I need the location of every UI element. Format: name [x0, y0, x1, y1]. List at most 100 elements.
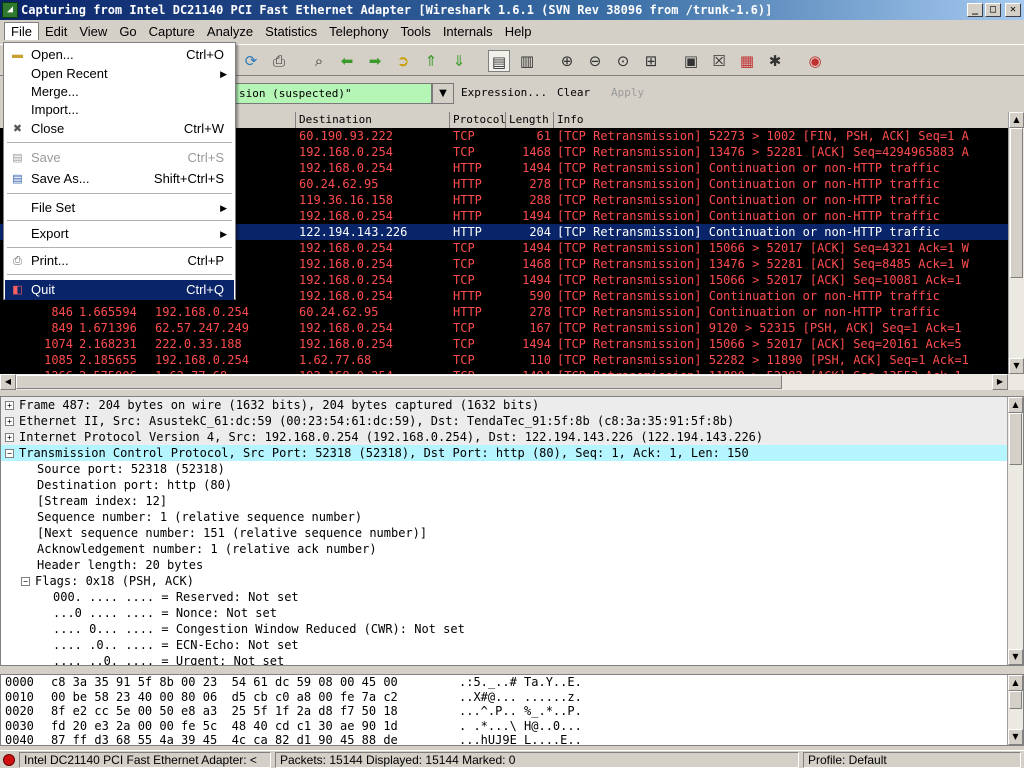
menu-help[interactable]: Help	[499, 23, 538, 40]
expand-icon[interactable]: +	[5, 432, 14, 442]
menu-view[interactable]: View	[73, 23, 113, 40]
print-icon[interactable]: ⎙	[268, 50, 290, 72]
detail-tree-row[interactable]: Acknowledgement number: 1 (relative ack …	[1, 541, 1023, 557]
clear-filter-button[interactable]: Clear	[557, 86, 590, 99]
bytes-vscrollbar[interactable]: ▲ ▼	[1007, 675, 1023, 745]
menu-item-quit[interactable]: ◧ Quit Ctrl+Q	[5, 280, 234, 300]
display-filters-icon[interactable]: ☒	[708, 50, 730, 72]
menu-telephony[interactable]: Telephony	[323, 23, 394, 40]
preferences-icon[interactable]: ✱	[764, 50, 786, 72]
detail-tree-row[interactable]: Sequence number: 1 (relative sequence nu…	[1, 509, 1023, 525]
detail-tree-row[interactable]: .... 0... .... = Congestion Window Reduc…	[1, 621, 1023, 637]
detail-tree-row[interactable]: + Ethernet II, Src: AsustekC_61:dc:59 (00…	[1, 413, 1023, 429]
menu-item-open[interactable]: ▬ Open... Ctrl+O	[5, 46, 234, 64]
detail-tree-row[interactable]: + Frame 487: 204 bytes on wire (1632 bits…	[1, 397, 1023, 413]
expression-button[interactable]: Expression...	[461, 86, 547, 99]
expert-info-icon[interactable]	[3, 754, 15, 766]
status-profile[interactable]: Profile: Default	[803, 752, 1021, 768]
menu-statistics[interactable]: Statistics	[259, 23, 323, 40]
detail-tree-row[interactable]: − Transmission Control Protocol, Src Port…	[1, 445, 1023, 461]
detail-tree-row[interactable]: 000. .... .... = Reserved: Not set	[1, 589, 1023, 605]
menu-item-save[interactable]: ▤ Save Ctrl+S	[5, 149, 234, 167]
menu-item-file-set[interactable]: File Set ▶	[5, 199, 234, 217]
close-window-button[interactable]: ✕	[1005, 3, 1021, 17]
menu-item-save-as[interactable]: ▤ Save As... Shift+Ctrl+S	[5, 170, 234, 188]
scroll-right-arrow-icon[interactable]: ▶	[992, 374, 1008, 390]
go-first-icon[interactable]: ⇑	[420, 50, 442, 72]
expand-icon[interactable]: +	[5, 400, 14, 410]
expand-icon[interactable]: +	[5, 416, 14, 426]
collapse-icon[interactable]: −	[21, 576, 30, 586]
menu-item-export[interactable]: Export ▶	[5, 225, 234, 243]
detail-tree-row[interactable]: − Flags: 0x18 (PSH, ACK)	[1, 573, 1023, 589]
auto-scroll-icon[interactable]: ▥	[516, 50, 538, 72]
details-vscrollbar[interactable]: ▲ ▼	[1007, 397, 1023, 665]
detail-tree-row[interactable]: [Stream index: 12]	[1, 493, 1023, 509]
scroll-up-arrow-icon[interactable]: ▲	[1009, 112, 1024, 128]
menu-item-print[interactable]: ⎙ Print... Ctrl+P	[5, 252, 234, 270]
detail-tree-row[interactable]: [Next sequence number: 151 (relative seq…	[1, 525, 1023, 541]
filter-dropdown-button[interactable]: ▼	[432, 83, 454, 104]
maximize-button[interactable]: □	[985, 3, 1001, 17]
go-back-icon[interactable]: ⬅	[336, 50, 358, 72]
menu-item-open-recent[interactable]: Open Recent ▶	[5, 65, 234, 83]
detail-tree-row[interactable]: ...0 .... .... = Nonce: Not set	[1, 605, 1023, 621]
zoom-normal-icon[interactable]: ⊙	[612, 50, 634, 72]
resize-columns-icon[interactable]: ⊞	[640, 50, 662, 72]
scroll-up-arrow-icon[interactable]: ▲	[1008, 397, 1023, 413]
scroll-down-arrow-icon[interactable]: ▼	[1009, 358, 1024, 374]
find-icon[interactable]: ⌕	[308, 50, 330, 72]
hex-row[interactable]: 0030 fd 20 e3 2a 00 00 fe 5c 48 40 cd c1 …	[1, 719, 1023, 734]
col-length[interactable]: Length	[506, 112, 554, 128]
col-info[interactable]: Info	[554, 112, 1008, 128]
zoom-out-icon[interactable]: ⊖	[584, 50, 606, 72]
help-icon[interactable]: ◉	[804, 50, 826, 72]
table-row[interactable]: 846 1.665594 192.168.0.254 60.24.62.95 HTTP 2…	[0, 304, 1008, 320]
detail-tree-row[interactable]: .... ..0. .... = Urgent: Not set	[1, 653, 1023, 665]
table-row[interactable]: 849 1.671396 62.57.247.249 192.168.0.254 TCP…	[0, 320, 1008, 336]
zoom-in-icon[interactable]: ⊕	[556, 50, 578, 72]
collapse-icon[interactable]: −	[5, 448, 14, 458]
menu-analyze[interactable]: Analyze	[201, 23, 259, 40]
detail-tree-row[interactable]: .... .0.. .... = ECN-Echo: Not set	[1, 637, 1023, 653]
packet-list-vscrollbar[interactable]: ▲ ▼	[1008, 112, 1024, 374]
detail-tree-row[interactable]: Destination port: http (80)	[1, 477, 1023, 493]
menu-tools[interactable]: Tools	[394, 23, 436, 40]
scroll-down-arrow-icon[interactable]: ▼	[1008, 649, 1023, 665]
display-filter-input[interactable]: sion (suspected)"	[230, 83, 432, 104]
menu-edit[interactable]: Edit	[39, 23, 73, 40]
menu-capture[interactable]: Capture	[143, 23, 201, 40]
capture-filters-icon[interactable]: ▣	[680, 50, 702, 72]
menu-item-merge[interactable]: Merge...	[5, 83, 234, 101]
col-protocol[interactable]: Protocol	[450, 112, 506, 128]
go-forward-icon[interactable]: ➡	[364, 50, 386, 72]
colorize-icon[interactable]: ▤	[488, 50, 510, 72]
scroll-up-arrow-icon[interactable]: ▲	[1008, 675, 1023, 691]
apply-filter-button[interactable]: Apply	[611, 86, 644, 99]
scroll-thumb[interactable]	[1009, 413, 1022, 465]
menu-file[interactable]: File	[4, 22, 39, 40]
scroll-thumb[interactable]	[1010, 128, 1023, 278]
hex-row[interactable]: 0040 87 ff d3 68 55 4a 39 45 4c ca 82 d1 …	[1, 733, 1023, 745]
scroll-left-arrow-icon[interactable]: ◀	[0, 374, 16, 390]
hex-row[interactable]: 0020 8f e2 cc 5e 00 50 e8 a3 25 5f 1f 2a …	[1, 704, 1023, 719]
reload-icon[interactable]: ⟳	[240, 50, 262, 72]
scroll-down-arrow-icon[interactable]: ▼	[1008, 729, 1023, 745]
minimize-button[interactable]: _	[967, 3, 983, 17]
table-row[interactable]: 1085 2.185655 192.168.0.254 1.62.77.68 TCP 11…	[0, 352, 1008, 368]
menu-item-import[interactable]: Import...	[5, 101, 234, 119]
coloring-rules-icon[interactable]: ▦	[736, 50, 758, 72]
detail-tree-row[interactable]: Source port: 52318 (52318)	[1, 461, 1023, 477]
table-row[interactable]: 1074 2.168231 222.0.33.188 192.168.0.254 TCP…	[0, 336, 1008, 352]
hscroll-thumb[interactable]	[16, 375, 782, 389]
menu-item-close[interactable]: ✖ Close Ctrl+W	[5, 120, 234, 138]
hex-row[interactable]: 0000 c8 3a 35 91 5f 8b 00 23 54 61 dc 59 …	[1, 675, 1023, 690]
packet-list-hscrollbar[interactable]: ◀ ▶	[0, 374, 1024, 390]
col-destination[interactable]: Destination	[296, 112, 450, 128]
go-last-icon[interactable]: ⇓	[448, 50, 470, 72]
menu-go[interactable]: Go	[113, 23, 142, 40]
detail-tree-row[interactable]: Header length: 20 bytes	[1, 557, 1023, 573]
go-to-packet-icon[interactable]: ➲	[392, 50, 414, 72]
hex-row[interactable]: 0010 00 be 58 23 40 00 80 06 d5 cb c0 a8 …	[1, 690, 1023, 705]
scroll-thumb[interactable]	[1009, 691, 1022, 709]
